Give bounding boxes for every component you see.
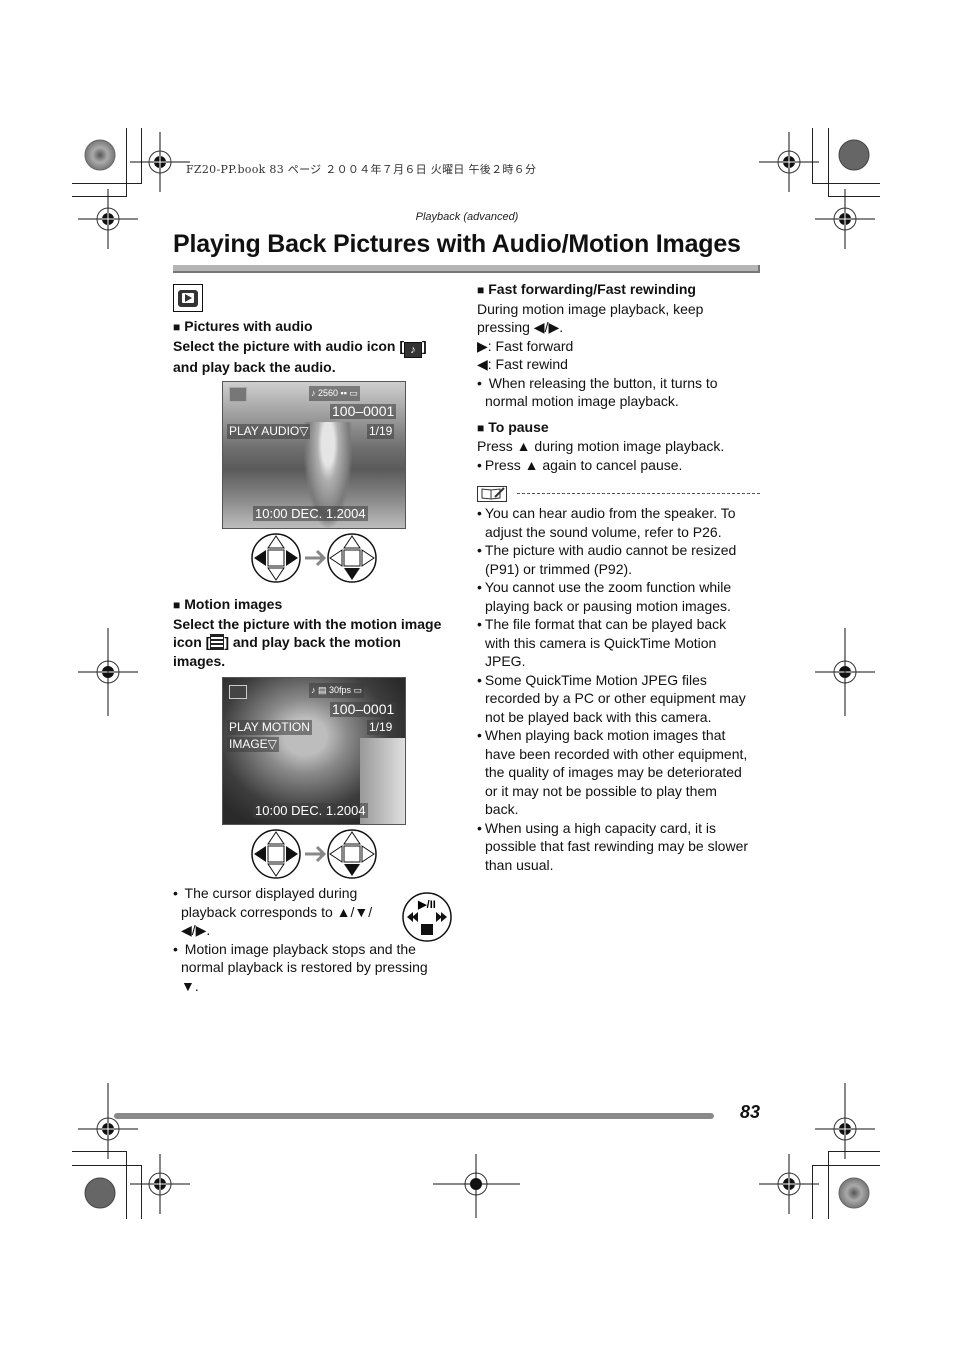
audio-size-indicator: ♪ 2560 ▪▪ ▭ <box>309 386 360 401</box>
note-item: When using a high capacity card, it ispo… <box>477 819 767 875</box>
note-item: You cannot use the zoom function whilepl… <box>477 578 767 615</box>
note-item: The file format that can be played backw… <box>477 615 767 671</box>
registration-target <box>758 1153 820 1215</box>
note-icon <box>477 486 507 502</box>
note-item: Some QuickTime Motion JPEG filesrecorded… <box>477 671 767 727</box>
datetime-stamp: 10:00 DEC. 1.2004 <box>253 803 368 818</box>
dpad-down-icon <box>327 829 377 879</box>
bullet-item: Motion image playback stops and the norm… <box>173 940 458 996</box>
fast-forward-section: Fast forwarding/Fast rewinding During mo… <box>477 280 767 474</box>
page-number: 83 <box>740 1102 761 1122</box>
note-item: You can hear audio from the speaker. Toa… <box>477 504 767 541</box>
notes-list: You can hear audio from the speaker. Toa… <box>477 504 767 874</box>
cursor-controls-icon: ▶/II <box>402 892 452 942</box>
audio-heading: Pictures with audio <box>173 317 463 337</box>
motion-image-icon <box>210 634 225 650</box>
note-item: The picture with audio cannot be resized… <box>477 541 767 578</box>
registration-target <box>129 1153 191 1215</box>
audio-instruction: Select the picture with audio icon [♪] a… <box>173 337 427 375</box>
ff-line: ◀: Fast rewind <box>477 356 568 372</box>
file-number: 100–0001 <box>330 403 397 419</box>
dpad-down-icon <box>327 533 377 583</box>
audio-section: Pictures with audio Select the picture w… <box>173 317 463 376</box>
registration-target <box>814 1098 876 1160</box>
play-audio-label: PLAY AUDIO▽ <box>227 424 311 439</box>
page-title: Playing Back Pictures with Audio/Motion … <box>173 230 741 258</box>
motion-section: Motion images Select the picture with th… <box>173 595 463 670</box>
note-divider <box>517 493 760 494</box>
registration-target <box>77 1098 139 1160</box>
image-count: 1/19 <box>367 720 395 735</box>
ff-line: pressing ◀/▶. <box>477 319 564 335</box>
dpad-left-right-icon <box>251 533 301 583</box>
motion-fps-indicator: ♪ ▤ 30fps ▭ <box>309 683 365 698</box>
datetime-stamp: 10:00 DEC. 1.2004 <box>253 506 368 521</box>
registration-target <box>758 131 820 193</box>
section-label: Playback (advanced) <box>415 211 519 223</box>
color-swatch-circle <box>838 139 870 171</box>
play-motion-label-2: IMAGE▽ <box>227 737 279 752</box>
cursor-transition-diagram <box>251 829 377 879</box>
color-swatch-circle <box>84 1177 116 1209</box>
motion-instruction: Select the picture with the motion image… <box>173 615 442 669</box>
playback-icon <box>229 685 247 699</box>
dpad-left-right-icon <box>251 829 301 879</box>
svg-text:▶/II: ▶/II <box>417 899 436 911</box>
bullet-item: Press ▲ again to cancel pause. <box>477 456 767 475</box>
color-swatch-circle <box>84 139 116 171</box>
note-item: When playing back motion images thathave… <box>477 726 767 819</box>
ff-line: During motion image playback, keep <box>477 300 704 317</box>
audio-playback-screen: ♪ 2560 ▪▪ ▭ 100–0001 PLAY AUDIO▽ 1/19 10… <box>222 381 406 529</box>
arrow-right-icon <box>305 845 327 863</box>
bullet-item: When releasing the button, it turns to n… <box>477 374 767 411</box>
motion-playback-screen: ♪ ▤ 30fps ▭ 100–0001 PLAY MOTION 1/19 IM… <box>222 677 406 825</box>
image-count: 1/19 <box>367 424 395 439</box>
cursor-transition-diagram <box>251 533 377 583</box>
title-underline <box>173 265 760 273</box>
arrow-right-icon <box>305 549 327 567</box>
play-motion-label: PLAY MOTION <box>227 720 312 735</box>
footer-bar <box>114 1113 714 1119</box>
file-number: 100–0001 <box>330 701 397 717</box>
ff-heading: Fast forwarding/Fast rewinding <box>477 280 767 300</box>
pause-heading: To pause <box>477 418 767 438</box>
pause-line: Press ▲ during motion image playback. <box>477 438 725 454</box>
audio-icon: ♪ <box>404 341 423 358</box>
print-slug: FZ20-PP.book 83 ページ ２００４年７月６日 火曜日 午後２時６分 <box>186 163 537 176</box>
ff-line: ▶: Fast forward <box>477 337 574 354</box>
color-swatch-circle <box>838 1177 870 1209</box>
registration-target <box>129 131 191 193</box>
playback-icon <box>229 387 247 402</box>
playback-mode-icon <box>173 284 203 312</box>
motion-heading: Motion images <box>173 595 463 615</box>
